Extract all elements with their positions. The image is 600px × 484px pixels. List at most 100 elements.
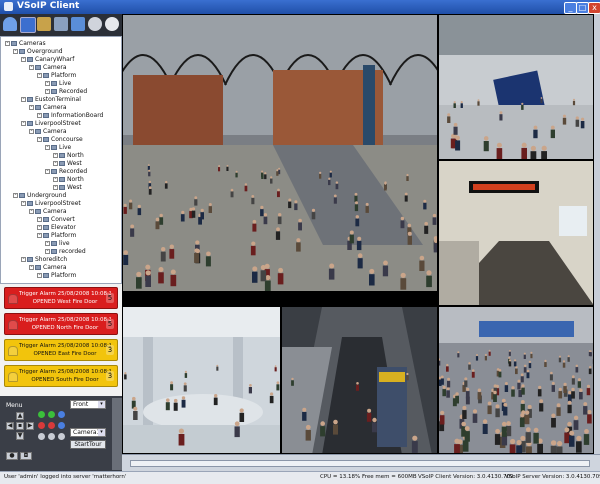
zoom-out-icon[interactable] <box>38 422 45 429</box>
tree-node[interactable]: - Platform <box>37 272 76 280</box>
expand-icon[interactable]: - <box>37 113 42 118</box>
expand-icon[interactable]: - <box>37 217 42 222</box>
expand-icon[interactable]: - <box>29 129 34 134</box>
tree-node[interactable]: - West <box>53 184 82 192</box>
expand-icon[interactable]: - <box>21 57 26 62</box>
camera-feed-information-board[interactable] <box>438 14 594 160</box>
expand-icon[interactable]: - <box>45 241 50 246</box>
tree-node[interactable]: - Camera <box>29 64 67 72</box>
ptz-home-button[interactable]: ▪ <box>16 422 24 430</box>
ptz-side-tabs[interactable] <box>112 398 122 470</box>
tree-node[interactable]: - Live <box>45 80 71 88</box>
tree-node[interactable]: - North <box>53 152 84 160</box>
expand-icon[interactable]: - <box>45 145 50 150</box>
tree-node[interactable]: - Shoreditch <box>21 256 67 264</box>
tree-node[interactable]: - Recorded <box>45 168 87 176</box>
preset-recall-icon[interactable] <box>48 433 55 440</box>
expand-icon[interactable]: - <box>37 273 42 278</box>
tree-node[interactable]: - Cameras <box>5 40 46 48</box>
preset-select[interactable]: Front ▾ <box>70 400 106 409</box>
expand-icon[interactable]: - <box>21 201 26 206</box>
expand-icon[interactable]: - <box>53 161 58 166</box>
snapshot-button[interactable]: ◘ <box>20 452 32 460</box>
video-wall-icon[interactable] <box>20 17 36 33</box>
tilt-up-button[interactable]: ▲ <box>16 412 24 420</box>
search-icon[interactable] <box>105 17 119 31</box>
alarm-item[interactable]: Trigger Alarm 25/08/2008 10:08:39 OPENED … <box>4 339 118 361</box>
tree-node[interactable]: - Camera <box>29 104 67 112</box>
expand-icon[interactable]: - <box>21 97 26 102</box>
expand-icon[interactable]: - <box>45 81 50 86</box>
tree-node[interactable]: - Camera <box>29 264 67 272</box>
tree-node[interactable]: - Overground <box>13 48 63 56</box>
pan-left-button[interactable]: ◀ <box>6 422 14 430</box>
monitor-icon[interactable] <box>54 17 68 31</box>
expand-icon[interactable]: - <box>37 137 42 142</box>
expand-icon[interactable]: - <box>37 73 42 78</box>
expand-icon[interactable]: - <box>45 169 50 174</box>
tree-node[interactable]: - Camera <box>29 128 67 136</box>
expand-icon[interactable]: - <box>45 249 50 254</box>
camera-feed-elevator-hall[interactable] <box>122 306 281 454</box>
expand-icon[interactable]: - <box>37 225 42 230</box>
iris-open-icon[interactable] <box>58 411 65 418</box>
tilt-down-button[interactable]: ▼ <box>16 432 24 440</box>
alarm-item[interactable]: Trigger Alarm 25/08/2008 10:08:39 OPENED … <box>4 287 118 309</box>
tree-node[interactable]: - InformationBoard <box>37 112 103 120</box>
expand-icon[interactable]: - <box>29 265 34 270</box>
preset-save-icon[interactable] <box>38 433 45 440</box>
focus-near-icon[interactable] <box>48 411 55 418</box>
tree-node[interactable]: - Camera <box>29 208 67 216</box>
tree-node[interactable]: - Convert <box>37 216 75 224</box>
zoom-in-icon[interactable] <box>38 411 45 418</box>
expand-icon[interactable]: - <box>5 41 10 46</box>
tree-node[interactable]: - North <box>53 176 84 184</box>
tree-node[interactable]: - Platform <box>37 72 76 80</box>
expand-icon[interactable]: - <box>21 121 26 126</box>
tools-icon[interactable] <box>71 17 85 31</box>
tree-node[interactable]: - Platform <box>37 232 76 240</box>
iris-close-icon[interactable] <box>58 422 65 429</box>
user-icon[interactable] <box>3 17 17 31</box>
tree-node[interactable]: - LiverpoolStreet <box>21 120 81 128</box>
expand-icon[interactable]: - <box>13 193 18 198</box>
tree-node[interactable]: - LiverpoolStreet <box>21 200 81 208</box>
camera-feed-train-platform[interactable] <box>281 306 438 454</box>
expand-icon[interactable]: - <box>45 89 50 94</box>
close-button[interactable]: x <box>588 2 600 14</box>
record-button[interactable]: ● <box>6 452 18 460</box>
tree-node[interactable]: - recorded <box>45 248 86 256</box>
camera-feed-concourse[interactable] <box>122 14 438 292</box>
expand-icon[interactable]: - <box>53 177 58 182</box>
start-tour-button[interactable]: StartTour <box>70 440 106 449</box>
camera-feed-platform-tunnel[interactable] <box>438 160 594 306</box>
alarm-item[interactable]: Trigger Alarm 25/08/2008 10:08:39 OPENED … <box>4 365 118 387</box>
layout-icon[interactable] <box>37 17 51 31</box>
pan-right-button[interactable]: ▶ <box>26 422 34 430</box>
tree-node[interactable]: - CanaryWharf <box>21 56 74 64</box>
preset-clear-icon[interactable] <box>58 433 65 440</box>
tree-node[interactable]: - Elevator <box>37 224 76 232</box>
vertical-scrollbar[interactable] <box>594 14 600 454</box>
expand-icon[interactable]: - <box>13 49 18 54</box>
tree-node[interactable]: - Live <box>45 144 71 152</box>
expand-icon[interactable]: - <box>29 65 34 70</box>
focus-far-icon[interactable] <box>48 422 55 429</box>
expand-icon[interactable]: - <box>37 233 42 238</box>
globe-icon[interactable] <box>88 17 102 31</box>
tree-node[interactable]: - Recorded <box>45 88 87 96</box>
tree-node[interactable]: - live <box>45 240 70 248</box>
alarm-item[interactable]: Trigger Alarm 25/08/2008 10:08:39 OPENED … <box>4 313 118 335</box>
tree-node[interactable]: - Underground <box>13 192 66 200</box>
camera-feed-crowd[interactable] <box>438 306 594 454</box>
expand-icon[interactable]: - <box>53 153 58 158</box>
expand-icon[interactable]: - <box>21 257 26 262</box>
camera-select[interactable]: Camera1 ▾ <box>70 428 106 437</box>
timeline-slider[interactable] <box>130 460 590 467</box>
tree-node[interactable]: - EustonTerminal <box>21 96 81 104</box>
tree-node[interactable]: - West <box>53 160 82 168</box>
expand-icon[interactable]: - <box>29 105 34 110</box>
expand-icon[interactable]: - <box>29 209 34 214</box>
tree-node[interactable]: - Concourse <box>37 136 83 144</box>
expand-icon[interactable]: - <box>53 185 58 190</box>
